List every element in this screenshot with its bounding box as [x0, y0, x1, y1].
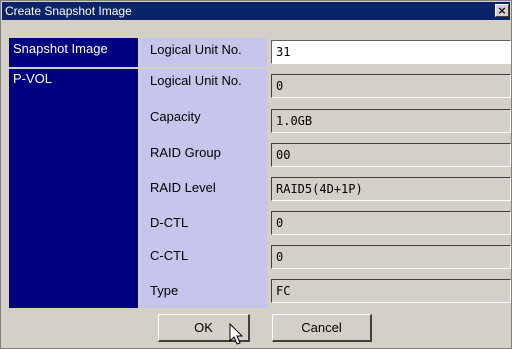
snapshot-lun-input[interactable]: 31 [271, 40, 511, 64]
pvol-cctl-label: C-CTL [150, 248, 189, 263]
pvol-type-value: FC [271, 279, 511, 303]
pvol-capacity-label: Capacity [150, 109, 201, 124]
button-bar: OK Cancel [1, 310, 511, 348]
close-icon[interactable]: × [495, 4, 509, 17]
create-snapshot-dialog: Create Snapshot Image × Snapshot Image L… [0, 0, 512, 349]
pvol-raid-level-value: RAID5(4D+1P) [271, 177, 511, 201]
snapshot-lun-label: Logical Unit No. [150, 42, 242, 57]
pvol-heading: P-VOL [9, 69, 138, 308]
pvol-capacity-value: 1.0GB [271, 109, 511, 133]
pvol-raid-group-label: RAID Group [150, 145, 221, 160]
window-title: Create Snapshot Image [5, 4, 132, 18]
pvol-dctl-value: 0 [271, 211, 511, 235]
pvol-dctl-label: D-CTL [150, 215, 189, 230]
pvol-cctl-value: 0 [271, 245, 511, 269]
pvol-type-label: Type [150, 283, 179, 298]
pvol-lun-label: Logical Unit No. [150, 73, 242, 88]
title-bar[interactable]: Create Snapshot Image × [2, 2, 510, 20]
pvol-raid-level-label: RAID Level [150, 180, 216, 195]
cancel-button[interactable]: Cancel [272, 314, 372, 342]
pvol-lun-value: 0 [271, 74, 511, 98]
arrow-pointer-icon [229, 323, 244, 345]
snapshot-label-cell: Logical Unit No. [140, 38, 267, 67]
pvol-label-column: Logical Unit No. Capacity RAID Group RAI… [140, 69, 267, 308]
pvol-raid-group-value: 00 [271, 143, 511, 167]
snapshot-image-heading: Snapshot Image [9, 38, 138, 67]
